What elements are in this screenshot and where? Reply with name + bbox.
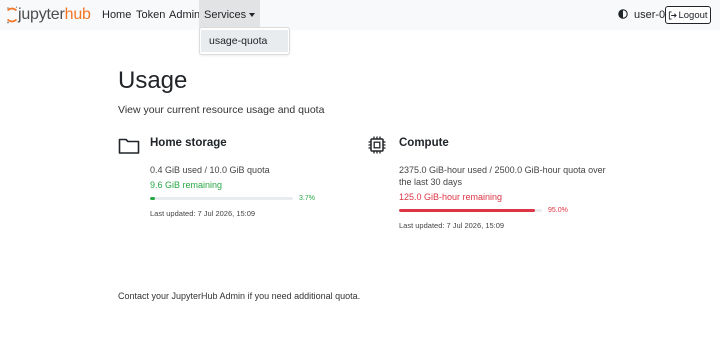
storage-usage: 0.4 GiB used / 10.0 GiB quota (150, 165, 270, 175)
nav-services-label: Services (204, 9, 247, 21)
page-subtitle: View your current resource usage and quo… (118, 104, 325, 116)
storage-remaining: 9.6 GiB remaining (150, 180, 223, 190)
brand-text: jupyterhub (18, 6, 91, 23)
logout-button[interactable]: Logout (665, 6, 711, 24)
top-navbar: jupyterhub Home Token Admin Services use… (0, 0, 720, 30)
page-title: Usage (118, 67, 188, 94)
folder-icon (118, 138, 140, 154)
nav-services[interactable]: Services (199, 0, 261, 30)
storage-progress-bar (150, 197, 293, 200)
compute-updated: Last updated: 7 Jul 2026, 15:09 (399, 221, 505, 230)
storage-updated: Last updated: 7 Jul 2026, 15:09 (150, 209, 256, 218)
storage-percent: 3.7% (299, 195, 315, 202)
footer-note: Contact your JupyterHub Admin if you nee… (118, 291, 361, 301)
jupyter-logo-icon (6, 6, 18, 24)
services-dropdown: usage-quota (199, 27, 290, 55)
user-name[interactable]: user-0 (634, 0, 665, 30)
compute-usage-line2: the last 30 days (399, 177, 463, 187)
dropdown-item-usage-quota[interactable]: usage-quota (201, 30, 288, 52)
sign-out-icon (669, 10, 678, 20)
compute-remaining: 125.0 GiB-hour remaining (399, 192, 503, 202)
compute-title: Compute (399, 137, 449, 149)
storage-progress-fill (150, 197, 156, 200)
cpu-chip-icon (368, 136, 386, 154)
nav-token[interactable]: Token (136, 0, 165, 30)
compute-progress-fill (399, 209, 535, 212)
storage-title: Home storage (150, 137, 227, 149)
compute-progress-bar (399, 209, 542, 212)
logout-label: Logout (678, 9, 708, 21)
brand-link[interactable]: jupyterhub (6, 4, 91, 26)
caret-down-icon (249, 13, 256, 18)
compute-percent: 95.0% (548, 207, 568, 214)
nav-admin[interactable]: Admin (169, 0, 200, 30)
half-circle-icon[interactable] (618, 9, 628, 19)
nav-home[interactable]: Home (102, 0, 131, 30)
